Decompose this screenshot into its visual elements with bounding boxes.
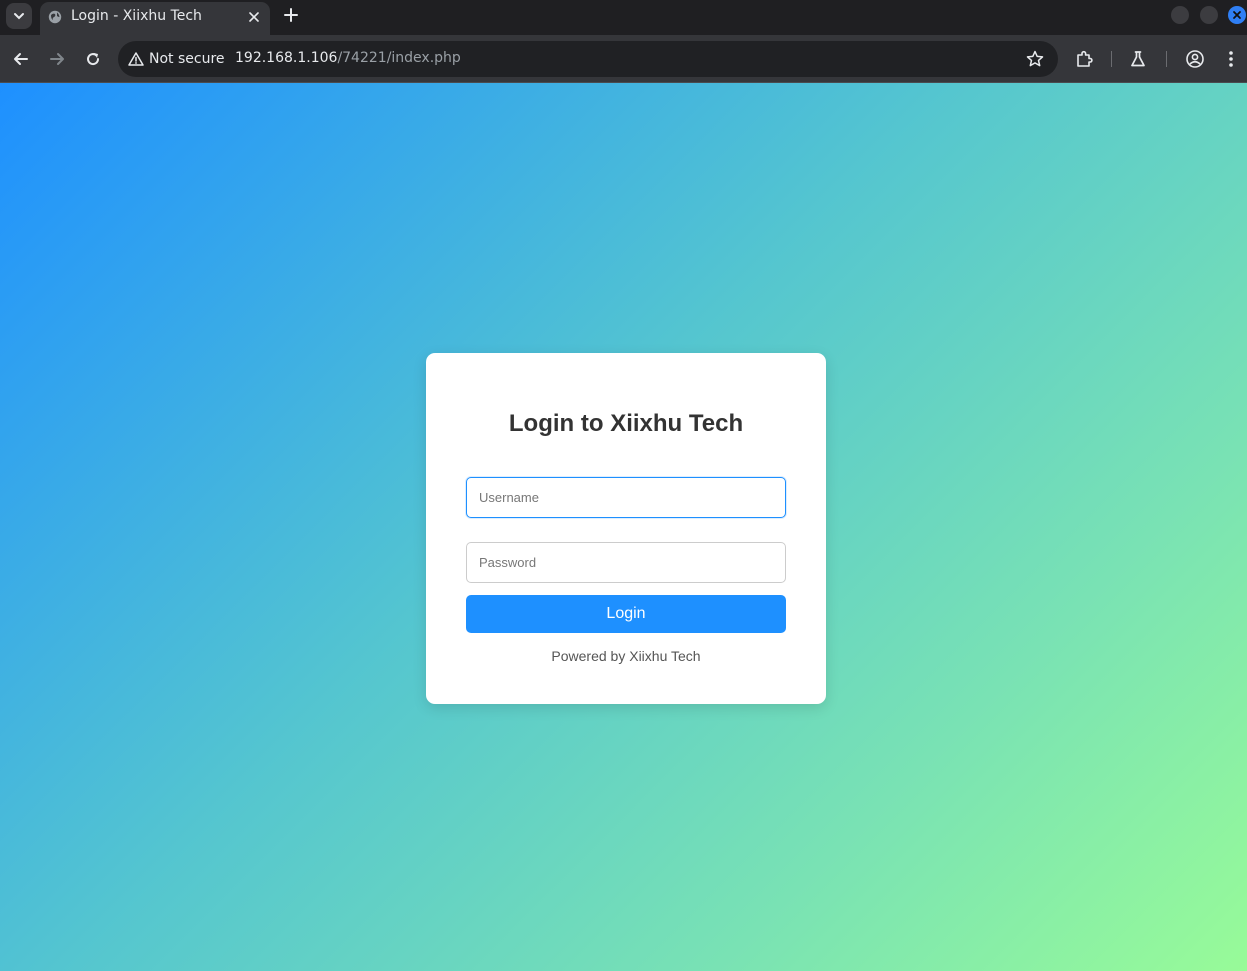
login-card: Login to Xiixhu Tech Login Powered by Xi… [426,353,826,704]
warning-icon [128,52,144,66]
profile-button[interactable] [1185,49,1205,69]
username-input[interactable] [466,477,786,518]
toolbar-divider [1166,51,1167,67]
close-tab-icon[interactable] [247,10,261,24]
url-path: /74221/index.php [337,50,461,66]
tab-strip: Login - Xiixhu Tech [0,0,1247,35]
arrow-left-icon [14,53,28,65]
security-chip[interactable]: Not secure [128,49,225,69]
close-icon [1233,11,1241,19]
more-vert-icon [1229,51,1233,67]
window-close-button[interactable] [1228,6,1246,24]
browser-toolbar: Not secure 192.168.1.106/74221/index.php [0,35,1247,83]
puzzle-icon [1077,50,1093,67]
active-tab[interactable]: Login - Xiixhu Tech [40,2,270,35]
menu-button[interactable] [1221,49,1241,69]
account-icon [1186,50,1204,68]
security-label: Not secure [149,51,225,67]
login-title: Login to Xiixhu Tech [508,410,744,437]
page-background: Login to Xiixhu Tech Login Powered by Xi… [0,83,1247,971]
reload-icon [87,53,100,66]
minimize-button[interactable] [1171,6,1189,24]
arrow-right-icon [50,53,64,65]
labs-button[interactable] [1128,49,1148,69]
new-tab-icon[interactable] [282,6,300,24]
reload-button[interactable] [83,49,103,69]
powered-by-text: Powered by Xiixhu Tech [551,648,701,664]
bookmark-star-icon[interactable] [1025,49,1045,69]
back-button[interactable] [11,49,31,69]
password-input[interactable] [466,542,786,583]
tab-title: Login - Xiixhu Tech [71,8,202,24]
toolbar-divider [1111,51,1112,67]
address-bar[interactable]: Not secure 192.168.1.106/74221/index.php [118,41,1058,77]
forward-button[interactable] [47,49,67,69]
tab-search-button[interactable] [6,3,32,29]
maximize-button[interactable] [1200,6,1218,24]
login-button[interactable]: Login [466,595,786,633]
extensions-button[interactable] [1075,49,1095,69]
globe-icon [48,10,62,24]
chevron-down-icon [14,13,24,20]
flask-icon [1131,51,1145,67]
url-host: 192.168.1.106 [235,50,338,66]
url-text[interactable]: 192.168.1.106/74221/index.php [235,50,461,66]
